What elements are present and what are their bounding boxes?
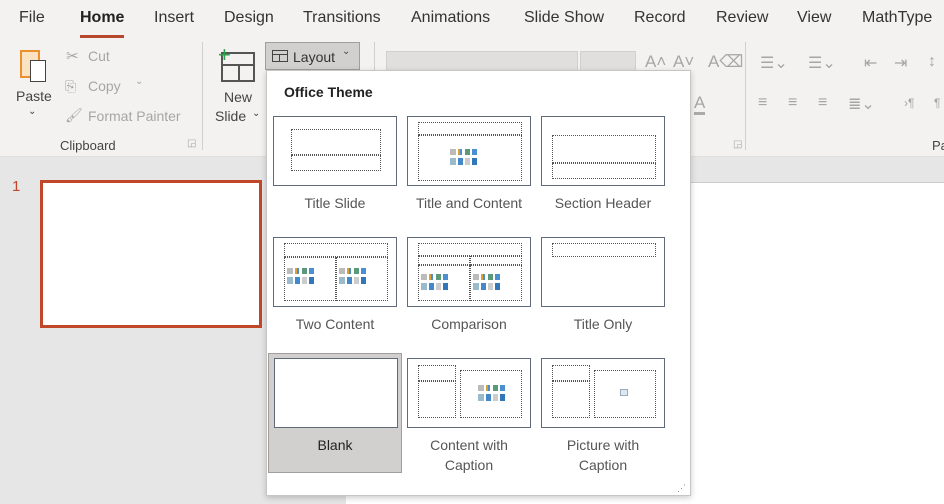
ltr-icon[interactable]: ›¶ [904, 96, 914, 110]
layout-label: Layout [293, 49, 336, 65]
layout-label: Picture with Caption [566, 437, 640, 473]
layout-two-content[interactable]: Two Content [268, 233, 402, 353]
font-color-icon[interactable]: A [694, 94, 706, 115]
plus-icon: + [218, 42, 231, 67]
content-placeholder-icon [473, 274, 501, 290]
bullets-icon[interactable]: ☰⌄ [760, 53, 788, 73]
new-slide-button[interactable]: + New Slide ⌄ [212, 42, 264, 126]
format-painter-button[interactable]: Format Painter [88, 108, 181, 124]
align-right-icon[interactable]: ≡ [818, 94, 827, 112]
chevron-down-icon: ⌄ [28, 106, 37, 117]
justify-icon[interactable]: ≣⌄ [848, 94, 875, 114]
tab-slide-show[interactable]: Slide Show [524, 9, 604, 27]
new-slide-label: New [224, 89, 253, 105]
scissors-icon: ✂ [66, 48, 79, 65]
increase-indent-icon[interactable]: ⇥ [894, 53, 907, 73]
layout-button[interactable]: Layout ⌄ [265, 42, 360, 70]
group-label-paragraph: Pa [932, 138, 944, 153]
chevron-down-icon: ⌄ [135, 76, 144, 87]
slide-number: 1 [12, 178, 21, 195]
resize-grip-icon[interactable]: ⋰ [677, 483, 686, 494]
copy-button[interactable]: Copy [88, 78, 121, 94]
layout-label: Content with Caption [430, 437, 508, 473]
layout-icon [272, 50, 288, 62]
cut-button[interactable]: Cut [88, 48, 110, 64]
layout-label: Section Header [554, 195, 652, 211]
tab-transitions[interactable]: Transitions [303, 9, 381, 27]
group-label-clipboard: Clipboard [60, 138, 116, 153]
rtl-icon[interactable]: ¶ [934, 96, 940, 110]
tab-mathtype[interactable]: MathType [862, 9, 932, 27]
numbering-icon[interactable]: ☰⌄ [808, 53, 836, 73]
align-center-icon[interactable]: ≡ [788, 94, 797, 112]
layout-section-header[interactable]: Section Header [536, 112, 670, 232]
chevron-down-icon: ⌄ [252, 108, 261, 119]
decrease-indent-icon[interactable]: ⇤ [864, 53, 877, 73]
layout-label: Comparison [431, 316, 507, 332]
layout-title-only[interactable]: Title Only [536, 233, 670, 353]
paste-label: Paste [16, 88, 52, 104]
layout-comparison[interactable]: Comparison [402, 233, 536, 353]
new-slide-label-2: Slide [215, 108, 247, 124]
content-placeholder-icon [450, 149, 478, 165]
tab-insert[interactable]: Insert [154, 9, 194, 27]
tab-animations[interactable]: Animations [411, 9, 490, 27]
slide-thumbnail[interactable] [40, 180, 262, 328]
dialog-launcher-icon[interactable]: ◲ [733, 139, 742, 150]
layout-label: Blank [317, 437, 353, 453]
layout-picture-with-caption[interactable]: Picture with Caption [536, 354, 670, 474]
content-placeholder-icon [339, 268, 367, 284]
dialog-launcher-icon[interactable]: ◲ [187, 138, 196, 149]
tab-review[interactable]: Review [716, 9, 768, 27]
layout-gallery-dropdown: Office Theme Title Slide Title and Conte… [266, 70, 691, 496]
ribbon-tabs: File Home Insert Design Transitions Anim… [0, 0, 944, 38]
picture-icon [620, 389, 628, 396]
brush-icon: 🖌 [65, 107, 83, 123]
layout-label: Title Slide [304, 195, 366, 211]
tab-file[interactable]: File [19, 9, 45, 27]
content-placeholder-icon [421, 274, 449, 290]
chevron-down-icon: ⌄ [342, 46, 351, 57]
layout-title-and-content[interactable]: Title and Content [402, 112, 536, 232]
layout-blank[interactable]: Blank [268, 353, 402, 473]
tab-record[interactable]: Record [634, 9, 686, 27]
increase-font-icon[interactable]: A˄ [645, 52, 666, 72]
gallery-header: Office Theme [284, 84, 373, 100]
layout-label: Title and Content [415, 195, 523, 211]
paste-button[interactable]: Paste ⌄ [12, 44, 56, 124]
decrease-font-icon[interactable]: A˅ [673, 52, 694, 72]
align-left-icon[interactable]: ≡ [758, 94, 767, 112]
clear-formatting-icon[interactable]: A⌫ [708, 52, 743, 72]
tab-view[interactable]: View [797, 9, 831, 27]
layout-content-with-caption[interactable]: Content with Caption [402, 354, 536, 474]
layout-title-slide[interactable]: Title Slide [268, 112, 402, 232]
content-placeholder-icon [478, 385, 506, 401]
line-spacing-icon[interactable]: ↕ [928, 53, 936, 71]
copy-icon: ⎘ [65, 78, 77, 94]
layout-label: Two Content [295, 316, 375, 332]
tab-home[interactable]: Home [80, 9, 125, 38]
tab-design[interactable]: Design [224, 9, 274, 27]
content-placeholder-icon [287, 268, 315, 284]
layout-label: Title Only [573, 316, 633, 332]
